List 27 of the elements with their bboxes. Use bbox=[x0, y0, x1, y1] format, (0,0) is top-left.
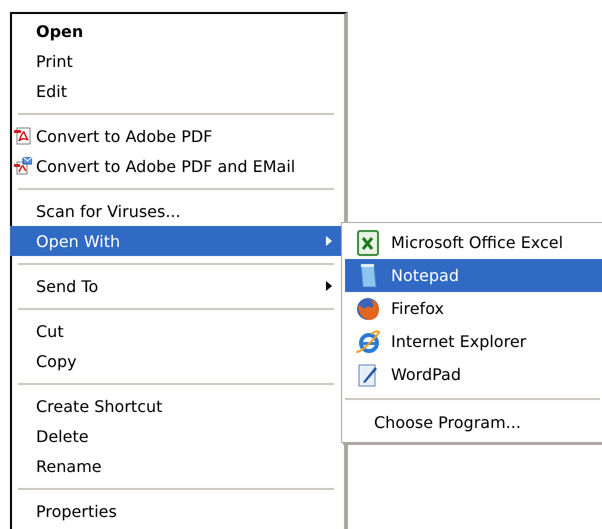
menu-item[interactable]: Notepad bbox=[345, 259, 602, 292]
menu-item[interactable]: Open bbox=[10, 16, 342, 46]
spreadsheet-icon bbox=[355, 230, 381, 256]
menu-item[interactable]: Scan for Viruses... bbox=[10, 196, 342, 226]
menu-item[interactable]: Open With bbox=[10, 226, 342, 256]
submenu-arrow-icon bbox=[326, 281, 332, 291]
menu-item[interactable]: Properties bbox=[10, 496, 342, 526]
fox-globe-icon bbox=[355, 296, 381, 322]
globe-e-icon bbox=[355, 328, 381, 354]
menu-item[interactable]: Convert to Adobe PDF bbox=[10, 121, 342, 151]
pdf-document-icon bbox=[14, 127, 32, 145]
menu-item[interactable]: Copy bbox=[10, 346, 342, 376]
submenu-arrow-icon bbox=[326, 236, 332, 246]
menu-item[interactable]: WordPad bbox=[345, 358, 602, 391]
menu-item[interactable]: Internet Explorer bbox=[345, 325, 602, 358]
pdf-email-icon bbox=[14, 157, 32, 175]
menu-item[interactable]: Edit bbox=[10, 76, 342, 106]
menu-item[interactable]: Cut bbox=[10, 316, 342, 346]
menu-item[interactable]: Delete bbox=[10, 421, 342, 451]
menu-item[interactable]: Firefox bbox=[345, 292, 602, 325]
menu-item[interactable]: Microsoft Office Excel bbox=[345, 226, 602, 259]
menu-item[interactable]: Choose Program... bbox=[345, 406, 602, 439]
menu-item[interactable]: Create Shortcut bbox=[10, 391, 342, 421]
menu-item[interactable]: Convert to Adobe PDF and EMail bbox=[10, 151, 342, 181]
menu-item[interactable]: Print bbox=[10, 46, 342, 76]
menu-item[interactable]: Send To bbox=[10, 271, 342, 301]
menu-item[interactable]: Rename bbox=[10, 451, 342, 481]
